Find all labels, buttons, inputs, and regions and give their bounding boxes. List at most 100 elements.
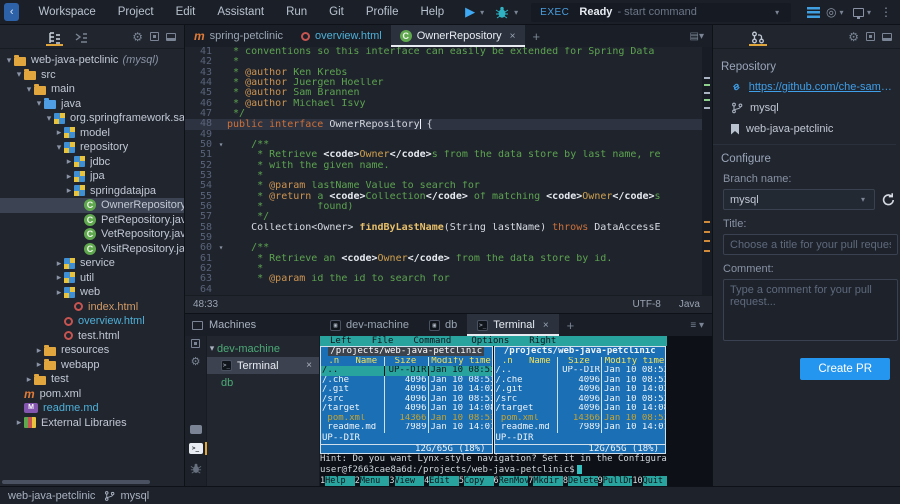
mc-menu-options[interactable]: Options [461, 336, 519, 346]
chevron-right-icon[interactable]: ▸ [64, 171, 74, 182]
tree-item-repository[interactable]: ▾repository [0, 140, 184, 155]
panel-menu-icon[interactable]: ≡ ▾ [682, 320, 712, 331]
comment-icon[interactable] [190, 425, 202, 434]
pr-collapse-icon[interactable] [882, 33, 892, 41]
chevron-down-icon[interactable]: ▾ [34, 98, 44, 109]
fold-marker-icon[interactable]: ▾ [215, 140, 227, 150]
tree-item-web-java-petclinic[interactable]: ▾web-java-petclinic(mysql) [0, 53, 184, 68]
menu-item-edit[interactable]: Edit [165, 6, 207, 18]
tab-spring-petclinic[interactable]: mspring-petclinic [185, 25, 292, 47]
chevron-right-icon[interactable]: ▸ [24, 374, 34, 385]
mc-file-row[interactable]: /src4096Jan 10 08:53 [495, 395, 666, 405]
tree-item-test[interactable]: ▸test [0, 372, 184, 387]
expand-icon[interactable] [191, 339, 200, 348]
tree-item-index-html[interactable]: index.html [0, 300, 184, 315]
preview-dropdown-icon[interactable]: ▾ [867, 8, 871, 17]
tab-close-icon[interactable]: × [543, 320, 549, 331]
tab-db[interactable]: ▣db [419, 314, 467, 336]
chevron-right-icon[interactable]: ▸ [34, 345, 44, 356]
tree-item-org-springframework-samples[interactable]: ▾org.springframework.samples [0, 111, 184, 126]
mc-menu-file[interactable]: File [362, 336, 404, 346]
tab-pull-request[interactable] [749, 27, 767, 46]
pr-title-input[interactable] [723, 234, 898, 255]
menu-item-run[interactable]: Run [275, 6, 318, 18]
tree-item-main[interactable]: ▾main [0, 82, 184, 97]
chevron-right-icon[interactable]: ▸ [54, 287, 64, 298]
tab-command-explorer[interactable] [73, 28, 90, 46]
target-icon[interactable]: ◎ [826, 5, 836, 19]
mc-menu-command[interactable]: Command [403, 336, 461, 346]
new-terminal-icon[interactable]: + [559, 318, 583, 333]
chevron-right-icon[interactable]: ▸ [34, 359, 44, 370]
mc-menu-left[interactable]: Left [320, 336, 362, 346]
tree-item-visitrepository-java[interactable]: CVisitRepository.java [0, 242, 184, 257]
mc-menu-right[interactable]: Right [519, 336, 566, 346]
tree-item-test-html[interactable]: test.html [0, 329, 184, 344]
tab-dev-machine[interactable]: ▣dev-machine [320, 314, 419, 336]
chevron-right-icon[interactable]: ▸ [54, 127, 64, 138]
mc-panel-right[interactable]: /projects/web-java-petclinic.n NameSizeM… [494, 346, 667, 454]
menu-item-git[interactable]: Git [318, 6, 355, 18]
debug-dropdown-icon[interactable]: ▾ [514, 8, 518, 17]
mc-file-row[interactable]: /target4096Jan 10 14:08 [321, 404, 492, 414]
tree-item-springdatajpa[interactable]: ▸springdatajpa [0, 184, 184, 199]
command-selector[interactable]: EXEC Ready - start command ▾ [531, 3, 791, 22]
tree-item-service[interactable]: ▸service [0, 256, 184, 271]
mc-file-row[interactable]: /target4096Jan 10 14:08 [495, 404, 666, 414]
mc-file-row[interactable]: /src4096Jan 10 08:53 [321, 395, 492, 405]
tab-ownerrepository[interactable]: COwnerRepository× [391, 25, 525, 47]
preview-monitor-icon[interactable] [853, 8, 864, 17]
tab-close-icon[interactable]: × [510, 31, 516, 42]
machine-row-terminal[interactable]: >_Terminal× [207, 357, 319, 374]
repository-url-row[interactable]: https://github.com/che-samples/... [731, 81, 896, 93]
mc-file-row[interactable]: /.che4096Jan 10 08:53 [321, 376, 492, 386]
create-pr-button[interactable]: Create PR [800, 358, 890, 380]
editor-tab-menu-icon[interactable]: ▤▾ [682, 31, 712, 42]
terminal-strip-icon[interactable]: >_ [189, 443, 203, 454]
chevron-down-icon[interactable]: ▾ [14, 69, 24, 80]
mc-file-row[interactable]: /.che4096Jan 10 08:53 [495, 376, 666, 386]
more-options-icon[interactable]: ⋮ [880, 5, 892, 19]
chevron-down-icon[interactable]: ▾ [4, 55, 14, 66]
tab-overview-html[interactable]: overview.html [292, 25, 391, 47]
tree-item-petrepository-java[interactable]: CPetRepository.java [0, 213, 184, 228]
tree-item-web[interactable]: ▸web [0, 285, 184, 300]
mc-file-row[interactable]: /..UP--DIRJan 10 08:53 [495, 366, 666, 376]
refresh-icon[interactable] [881, 192, 896, 207]
tree-item-vetrepository-java[interactable]: CVetRepository.java [0, 227, 184, 242]
chevron-right-icon[interactable]: ▸ [54, 272, 64, 283]
scroll-to-source-icon[interactable] [150, 32, 159, 41]
tree-item-external-libraries[interactable]: ▸External Libraries [0, 416, 184, 431]
tree-item-util[interactable]: ▸util [0, 271, 184, 286]
mc-file-row[interactable]: /.git4096Jan 10 14:02 [495, 385, 666, 395]
tree-item-jpa[interactable]: ▸jpa [0, 169, 184, 184]
processes-list-icon[interactable] [807, 7, 820, 18]
tree-item-jdbc[interactable]: ▸jdbc [0, 155, 184, 170]
shell-prompt[interactable]: user@f2663cae8a6d:/projects/web-java-pet… [320, 465, 667, 476]
chevron-down-icon[interactable]: ▾ [207, 343, 217, 354]
mc-file-row[interactable]: readme.md7989Jan 10 14:01 [321, 423, 492, 433]
new-tab-icon[interactable]: + [525, 29, 549, 44]
tab-terminal[interactable]: >_Terminal× [467, 314, 558, 336]
code-editor[interactable]: 41 * conventions so this interface can e… [185, 47, 712, 295]
target-dropdown-icon[interactable]: ▾ [840, 8, 844, 17]
branch-select[interactable]: mysql ▾ [723, 189, 875, 210]
tab-project-explorer[interactable] [46, 28, 63, 46]
machine-row-db[interactable]: db [207, 374, 319, 391]
run-dropdown-icon[interactable]: ▾ [480, 8, 484, 17]
chevron-down-icon[interactable]: ▾ [54, 142, 64, 153]
tree-item-readme-md[interactable]: Mreadme.md [0, 401, 184, 416]
mc-file-row[interactable]: pom.xml14366Jan 10 08:53 [321, 414, 492, 424]
menu-item-project[interactable]: Project [107, 6, 165, 18]
tree-item-model[interactable]: ▸model [0, 126, 184, 141]
explorer-horizontal-scrollbar[interactable] [2, 480, 150, 484]
chevron-down-icon[interactable]: ▾ [24, 84, 34, 95]
tree-item-java[interactable]: ▾java [0, 97, 184, 112]
debug-icon[interactable] [495, 6, 509, 19]
run-icon[interactable]: ▶ [465, 4, 475, 20]
machine-row-dev-machine[interactable]: ▾dev-machine [207, 340, 319, 357]
command-dropdown-icon[interactable]: ▾ [775, 8, 779, 17]
debug-strip-icon[interactable] [190, 463, 202, 474]
menu-item-workspace[interactable]: Workspace [27, 6, 106, 18]
pr-expand-icon[interactable] [866, 32, 875, 41]
